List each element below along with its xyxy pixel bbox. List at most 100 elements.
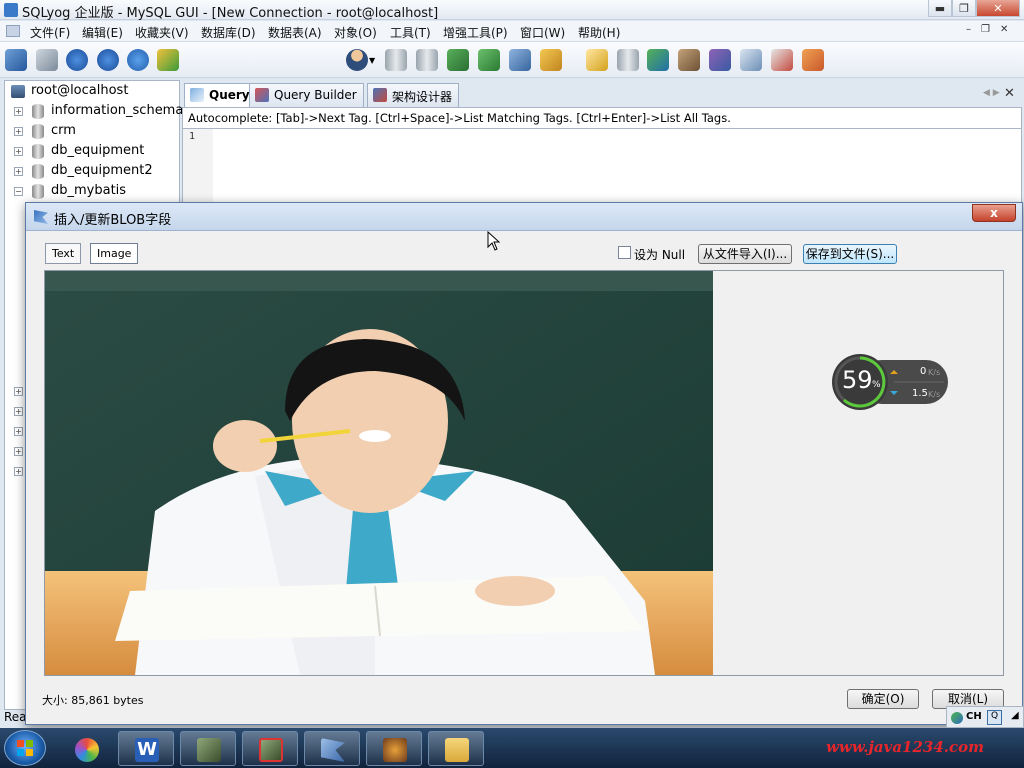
menu-help[interactable]: 帮助(H) [578, 24, 620, 41]
set-null-checkbox[interactable] [618, 246, 631, 259]
myeclipse-icon [383, 738, 407, 762]
menu-database[interactable]: 数据库(D) [201, 24, 256, 41]
maximize-button[interactable]: ❐ [952, 0, 976, 17]
expand-icon[interactable]: + [14, 447, 23, 456]
ime-mode-icon[interactable]: Q [987, 710, 1002, 725]
database-icon [32, 184, 44, 199]
status-bar-text: Rea [4, 710, 27, 724]
schema-designer-icon[interactable] [802, 49, 824, 71]
sqlyog-icon [197, 738, 221, 762]
download-unit: K/s [928, 390, 941, 399]
expand-icon[interactable]: + [14, 107, 23, 116]
table-data-icon[interactable] [509, 49, 531, 71]
close-tab-icon[interactable]: ✕ [1004, 86, 1015, 101]
taskbar-app-myeclipse[interactable] [366, 731, 422, 766]
folder-icon [445, 738, 469, 762]
blob-size-label: 大小: 85,861 bytes [42, 694, 144, 707]
windows-logo-icon [17, 740, 33, 756]
import-from-file-button[interactable]: 从文件导入(I)... [698, 244, 792, 264]
blob-image-viewer [44, 270, 1004, 676]
wps-writer-icon: W [135, 738, 159, 762]
tray-menu-icon[interactable]: ◢ [1011, 710, 1019, 721]
execute-all-icon[interactable] [97, 49, 119, 71]
mdi-controls[interactable]: –❐✕ [966, 24, 1018, 35]
menu-powertools[interactable]: 增强工具(P) [443, 24, 508, 41]
language-label: CH [966, 711, 982, 722]
expand-icon[interactable]: + [14, 427, 23, 436]
tab-schema-designer[interactable]: 架构设计器 [367, 83, 460, 107]
dialog-close-button[interactable]: x [972, 204, 1016, 222]
migration-icon[interactable] [678, 49, 700, 71]
sqlyog-icon [259, 738, 283, 762]
create-table-icon[interactable] [416, 49, 438, 71]
execute-query-icon[interactable] [66, 49, 88, 71]
close-button[interactable]: ✕ [976, 0, 1020, 17]
main-title-bar: SQLyog 企业版 - MySQL GUI - [New Connection… [0, 0, 1024, 21]
refresh-icon[interactable] [127, 49, 149, 71]
speed-percent-sign: % [872, 380, 881, 390]
menu-table[interactable]: 数据表(A) [268, 24, 322, 41]
new-connection-icon[interactable] [36, 49, 58, 71]
menu-window[interactable]: 窗口(W) [520, 24, 565, 41]
restore-icon[interactable] [478, 49, 500, 71]
menu-edit[interactable]: 编辑(E) [82, 24, 123, 41]
collapse-icon[interactable]: − [14, 187, 23, 196]
network-speed-widget[interactable]: 59 % 0 K/s 1.5 K/s [832, 352, 950, 412]
ok-button[interactable]: 确定(O) [847, 689, 919, 709]
taskbar-app-pinwheel[interactable] [58, 731, 114, 766]
expand-icon[interactable]: + [14, 167, 23, 176]
tab-query-builder[interactable]: Query Builder [249, 83, 364, 107]
window-controls: ▬ ❐ ✕ [928, 0, 1020, 18]
expand-icon[interactable]: + [14, 387, 23, 396]
query-tabs: Query Query Builder 架构设计器 [182, 82, 1022, 108]
tab-image[interactable]: Image [90, 243, 139, 264]
tab-scroll-arrows[interactable]: ◀ ▶ [983, 88, 1000, 98]
report-icon[interactable] [771, 49, 793, 71]
taskbar-app-sqlyog-1[interactable] [180, 731, 236, 766]
blob-dialog: 插入/更新BLOB字段 x Text Image 设为 Null(N 从文件导入… [25, 202, 1023, 725]
set-null-label: 设为 Null(N [634, 248, 686, 262]
ime-icon [951, 712, 963, 724]
menu-favorites[interactable]: 收藏夹(V) [135, 24, 189, 41]
menu-file[interactable]: 文件(F) [30, 24, 70, 41]
server-icon [11, 85, 25, 98]
minimize-button[interactable]: ▬ [928, 0, 952, 17]
import-icon[interactable] [540, 49, 562, 71]
user-manager-icon[interactable] [346, 49, 368, 71]
monitor-icon[interactable] [740, 49, 762, 71]
menu-object[interactable]: 对象(O) [334, 24, 377, 41]
taskbar-app-sqlyog-2[interactable] [242, 731, 298, 766]
speed-percent: 59 [842, 366, 873, 394]
expand-icon[interactable]: + [14, 147, 23, 156]
taskbar-app-wps[interactable]: W [118, 731, 174, 766]
download-speed: 1.5 [912, 388, 928, 399]
taskbar-app-explorer[interactable] [428, 731, 484, 766]
data-sync-icon[interactable] [647, 49, 669, 71]
tools-icon[interactable] [586, 49, 608, 71]
schema-icon[interactable] [157, 49, 179, 71]
dialog-app-icon [34, 210, 48, 224]
tab-query[interactable]: Query [184, 83, 257, 108]
database-icon [32, 164, 44, 179]
schema-designer-icon [373, 88, 387, 102]
menu-bar: 文件(F) 编辑(E) 收藏夹(V) 数据库(D) 数据表(A) 对象(O) 工… [0, 21, 1024, 42]
expand-icon[interactable]: + [14, 127, 23, 136]
language-bar[interactable]: CH Q ◢ [946, 706, 1024, 728]
expand-icon[interactable]: + [14, 467, 23, 476]
taskbar-app-dialog[interactable] [304, 731, 360, 766]
backup-icon[interactable] [447, 49, 469, 71]
menu-tools[interactable]: 工具(T) [390, 24, 431, 41]
connect-icon[interactable] [5, 49, 27, 71]
create-db-icon[interactable] [385, 49, 407, 71]
user-dropdown-icon[interactable]: ▼ [369, 56, 375, 65]
sync-db-icon[interactable] [617, 49, 639, 71]
watermark-text: www.java1234.com [826, 738, 985, 756]
tab-text[interactable]: Text [45, 243, 82, 264]
autocomplete-hint: Autocomplete: [Tab]->Next Tag. [Ctrl+Spa… [182, 107, 1022, 129]
mdi-document-icon [6, 25, 20, 37]
expand-icon[interactable]: + [14, 407, 23, 416]
save-to-file-button[interactable]: 保存到文件(S)... [803, 244, 897, 264]
notification-icon[interactable] [709, 49, 731, 71]
start-button[interactable] [4, 730, 46, 766]
dialog-title-bar: 插入/更新BLOB字段 x [26, 203, 1022, 231]
